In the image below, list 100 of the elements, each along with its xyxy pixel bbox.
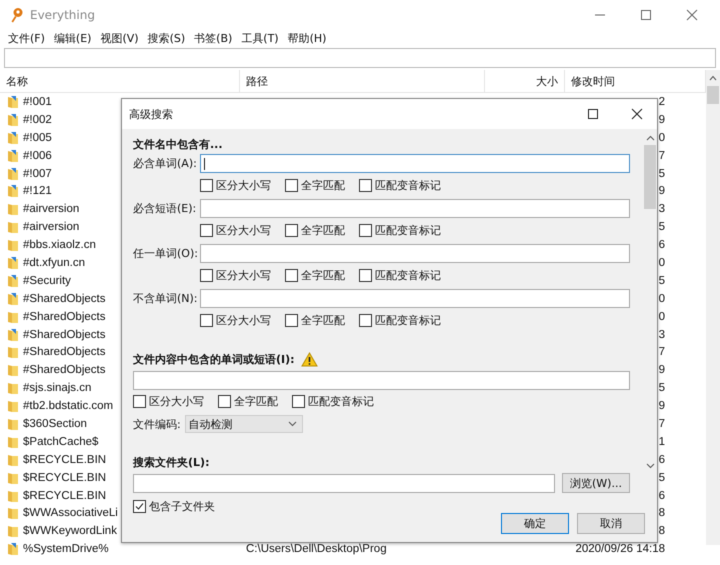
checkbox[interactable] [359,179,372,192]
column-header[interactable]: 路径 [240,70,485,92]
file-name: $RECYCLE.BIN [23,490,106,502]
scrollbar-thumb[interactable] [707,86,719,104]
checkbox[interactable] [285,269,298,282]
modified-date: 5 [658,382,665,394]
section-heading: 文件内容中包含的单词或短语(I): [133,352,295,366]
file-name: #!007 [23,168,52,180]
section-heading: 搜索文件夹(L): [133,455,210,470]
file-name: $RECYCLE.BIN [23,472,106,484]
checkbox[interactable] [359,269,372,282]
file-name: #!006 [23,150,52,162]
file-name: #!002 [23,114,52,126]
checkbox-label: 区分大小写 [149,394,204,409]
modified-date: 8 [658,507,665,520]
file-name: #dt.xfyun.cn [23,256,86,269]
file-name: $RECYCLE.BIN [23,454,106,466]
checkbox[interactable] [218,395,231,408]
modified-date: 9 [658,114,665,126]
checkbox[interactable] [200,314,213,327]
modified-date: 6 [658,239,665,252]
file-name: #!001 [23,96,52,108]
field-label: 必含短语(E): [133,201,198,216]
input-field[interactable] [133,474,555,492]
modified-date: 9 [658,364,665,376]
checkbox[interactable] [133,395,146,408]
browse-button[interactable]: 浏览(W)... [562,473,630,493]
close-icon[interactable] [631,108,643,120]
menu-item[interactable]: 文件(F) [8,30,45,46]
warning-icon [300,352,318,366]
input-field[interactable] [200,244,630,263]
menu-item[interactable]: 视图(V) [100,30,139,46]
checkbox-label: 匹配变音标记 [375,268,441,283]
checkbox-label: 区分大小写 [216,223,271,238]
modified-date: 0 [658,310,665,323]
checkbox-label: 区分大小写 [216,268,271,283]
modified-date: 3 [658,328,665,341]
file-name: $PatchCache$ [23,436,98,448]
modified-date: 7 [658,150,665,162]
modified-date: 5 [658,221,665,234]
checkbox[interactable] [292,395,305,408]
modified-date: 9 [658,400,665,412]
checkbox[interactable] [200,224,213,237]
modified-date: 6 [658,490,665,502]
key-icon [10,7,24,23]
modified-date: 5 [658,274,665,287]
checkbox[interactable] [285,224,298,237]
file-name: #SharedObjects [23,346,106,358]
checkbox-label: 匹配变音标记 [308,394,374,409]
scroll-up-icon[interactable] [646,135,654,141]
dialog-button[interactable]: 取消 [577,513,645,534]
checkbox[interactable] [285,179,298,192]
file-name: #Security [23,274,71,287]
scroll-down-icon[interactable] [646,463,654,469]
input-field[interactable] [200,199,630,218]
window-title: Everything [30,8,95,22]
menu-item[interactable]: 搜索(S) [148,30,186,46]
scrollbar[interactable] [706,70,720,545]
menu-item[interactable]: 书签(B) [194,30,232,46]
column-header[interactable]: 名称 [0,70,240,92]
checkbox-label: 全字匹配 [301,313,345,328]
menu-item[interactable]: 帮助(H) [288,30,326,46]
checkbox[interactable] [133,500,146,513]
column-header[interactable]: 大小 [485,70,565,92]
field-label: 文件编码: [133,416,181,432]
scroll-up-icon[interactable] [709,75,717,81]
checkbox[interactable] [200,179,213,192]
checkbox[interactable] [200,269,213,282]
file-name: #SharedObjects [23,292,106,305]
checkbox[interactable] [359,224,372,237]
input-field[interactable] [133,371,630,390]
modified-date: 7 [658,418,665,430]
file-name: #SharedObjects [23,328,106,341]
checkbox-label: 匹配变音标记 [375,313,441,328]
field-label: 不含单词(N): [133,291,199,306]
search-field[interactable] [4,48,716,68]
section-heading: 文件名中包含有... [133,137,224,152]
field-label: 必含单词(A): [133,156,198,171]
checkbox-label: 全字匹配 [301,178,345,193]
menu-item[interactable]: 编辑(E) [54,30,92,46]
maximize-icon[interactable] [587,108,599,120]
checkbox-label: 全字匹配 [301,223,345,238]
field-label: 任一单词(O): [133,246,199,261]
dialog-button[interactable]: 确定 [501,513,569,534]
checkbox-label: 区分大小写 [216,178,271,193]
file-name: $360Section [23,418,87,430]
modified-date: 1 [658,436,665,448]
scrollbar-thumb[interactable] [644,145,656,209]
chevron-down-icon [288,421,297,427]
modified-date: 0 [658,292,665,305]
checkbox[interactable] [285,314,298,327]
dialog-title: 高级搜索 [129,106,173,122]
checkbox[interactable] [359,314,372,327]
input-field[interactable] [200,289,630,308]
modified-date: 5 [658,472,665,484]
encoding-dropdown[interactable]: 自动检测 [184,415,303,433]
menu-item[interactable]: 工具(T) [241,30,279,46]
input-field[interactable] [200,154,630,173]
file-name: #SharedObjects [23,310,106,323]
modified-date: 2020/09/26 14:18 [575,543,665,556]
